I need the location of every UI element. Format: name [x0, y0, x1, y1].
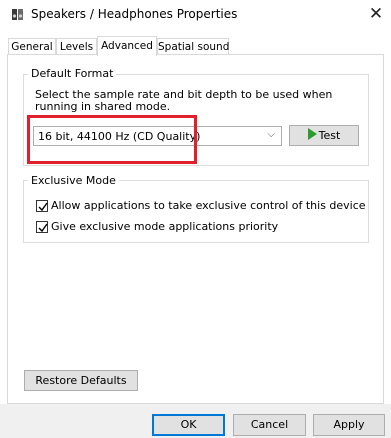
exclusive-mode-label: Exclusive Mode — [28, 174, 119, 187]
tab-label: Levels — [59, 41, 94, 53]
ok-button[interactable]: OK — [152, 414, 225, 436]
restore-defaults-button[interactable]: Restore Defaults — [24, 370, 138, 391]
close-icon: ✕ — [368, 4, 384, 24]
cancel-button[interactable]: Cancel — [233, 414, 306, 436]
tab-label: Spatial sound — [158, 41, 230, 53]
tab-general[interactable]: General — [8, 38, 56, 54]
ok-button-label: OK — [180, 418, 197, 431]
play-icon — [307, 128, 317, 140]
restore-defaults-label: Restore Defaults — [35, 374, 127, 387]
check-icon — [38, 223, 48, 233]
chevron-down-icon: ⌵ — [267, 129, 275, 140]
tab-strip: General Levels Advanced Spatial sound — [0, 36, 391, 56]
tab-advanced[interactable]: Advanced — [97, 36, 157, 56]
tab-label: Advanced — [101, 40, 153, 52]
test-button[interactable]: Test — [289, 125, 359, 146]
apply-button[interactable]: Apply — [313, 414, 385, 436]
default-format-label: Default Format — [28, 67, 117, 80]
test-button-label: Test — [318, 129, 341, 142]
check-icon — [38, 202, 48, 212]
dialog-footer: OK Cancel Apply — [0, 404, 391, 438]
tab-label: General — [11, 41, 53, 53]
title-bar: Speakers / Headphones Properties ✕ — [0, 0, 391, 30]
window-title: Speakers / Headphones Properties — [31, 7, 238, 21]
apply-button-label: Apply — [333, 418, 365, 431]
close-button[interactable]: ✕ — [361, 2, 391, 26]
tab-levels[interactable]: Levels — [56, 38, 97, 54]
exclusive-control-label: Allow applications to take exclusive con… — [51, 199, 366, 212]
exclusive-priority-label: Give exclusive mode applications priorit… — [51, 220, 279, 233]
exclusive-control-checkbox[interactable] — [36, 200, 48, 212]
tab-spatial-sound[interactable]: Spatial sound — [157, 38, 229, 54]
cancel-button-label: Cancel — [250, 418, 289, 431]
highlight-box — [27, 115, 197, 164]
exclusive-priority-checkbox[interactable] — [36, 221, 48, 233]
speaker-icon — [12, 9, 23, 20]
default-format-description: Select the sample rate and bit depth to … — [35, 88, 333, 113]
